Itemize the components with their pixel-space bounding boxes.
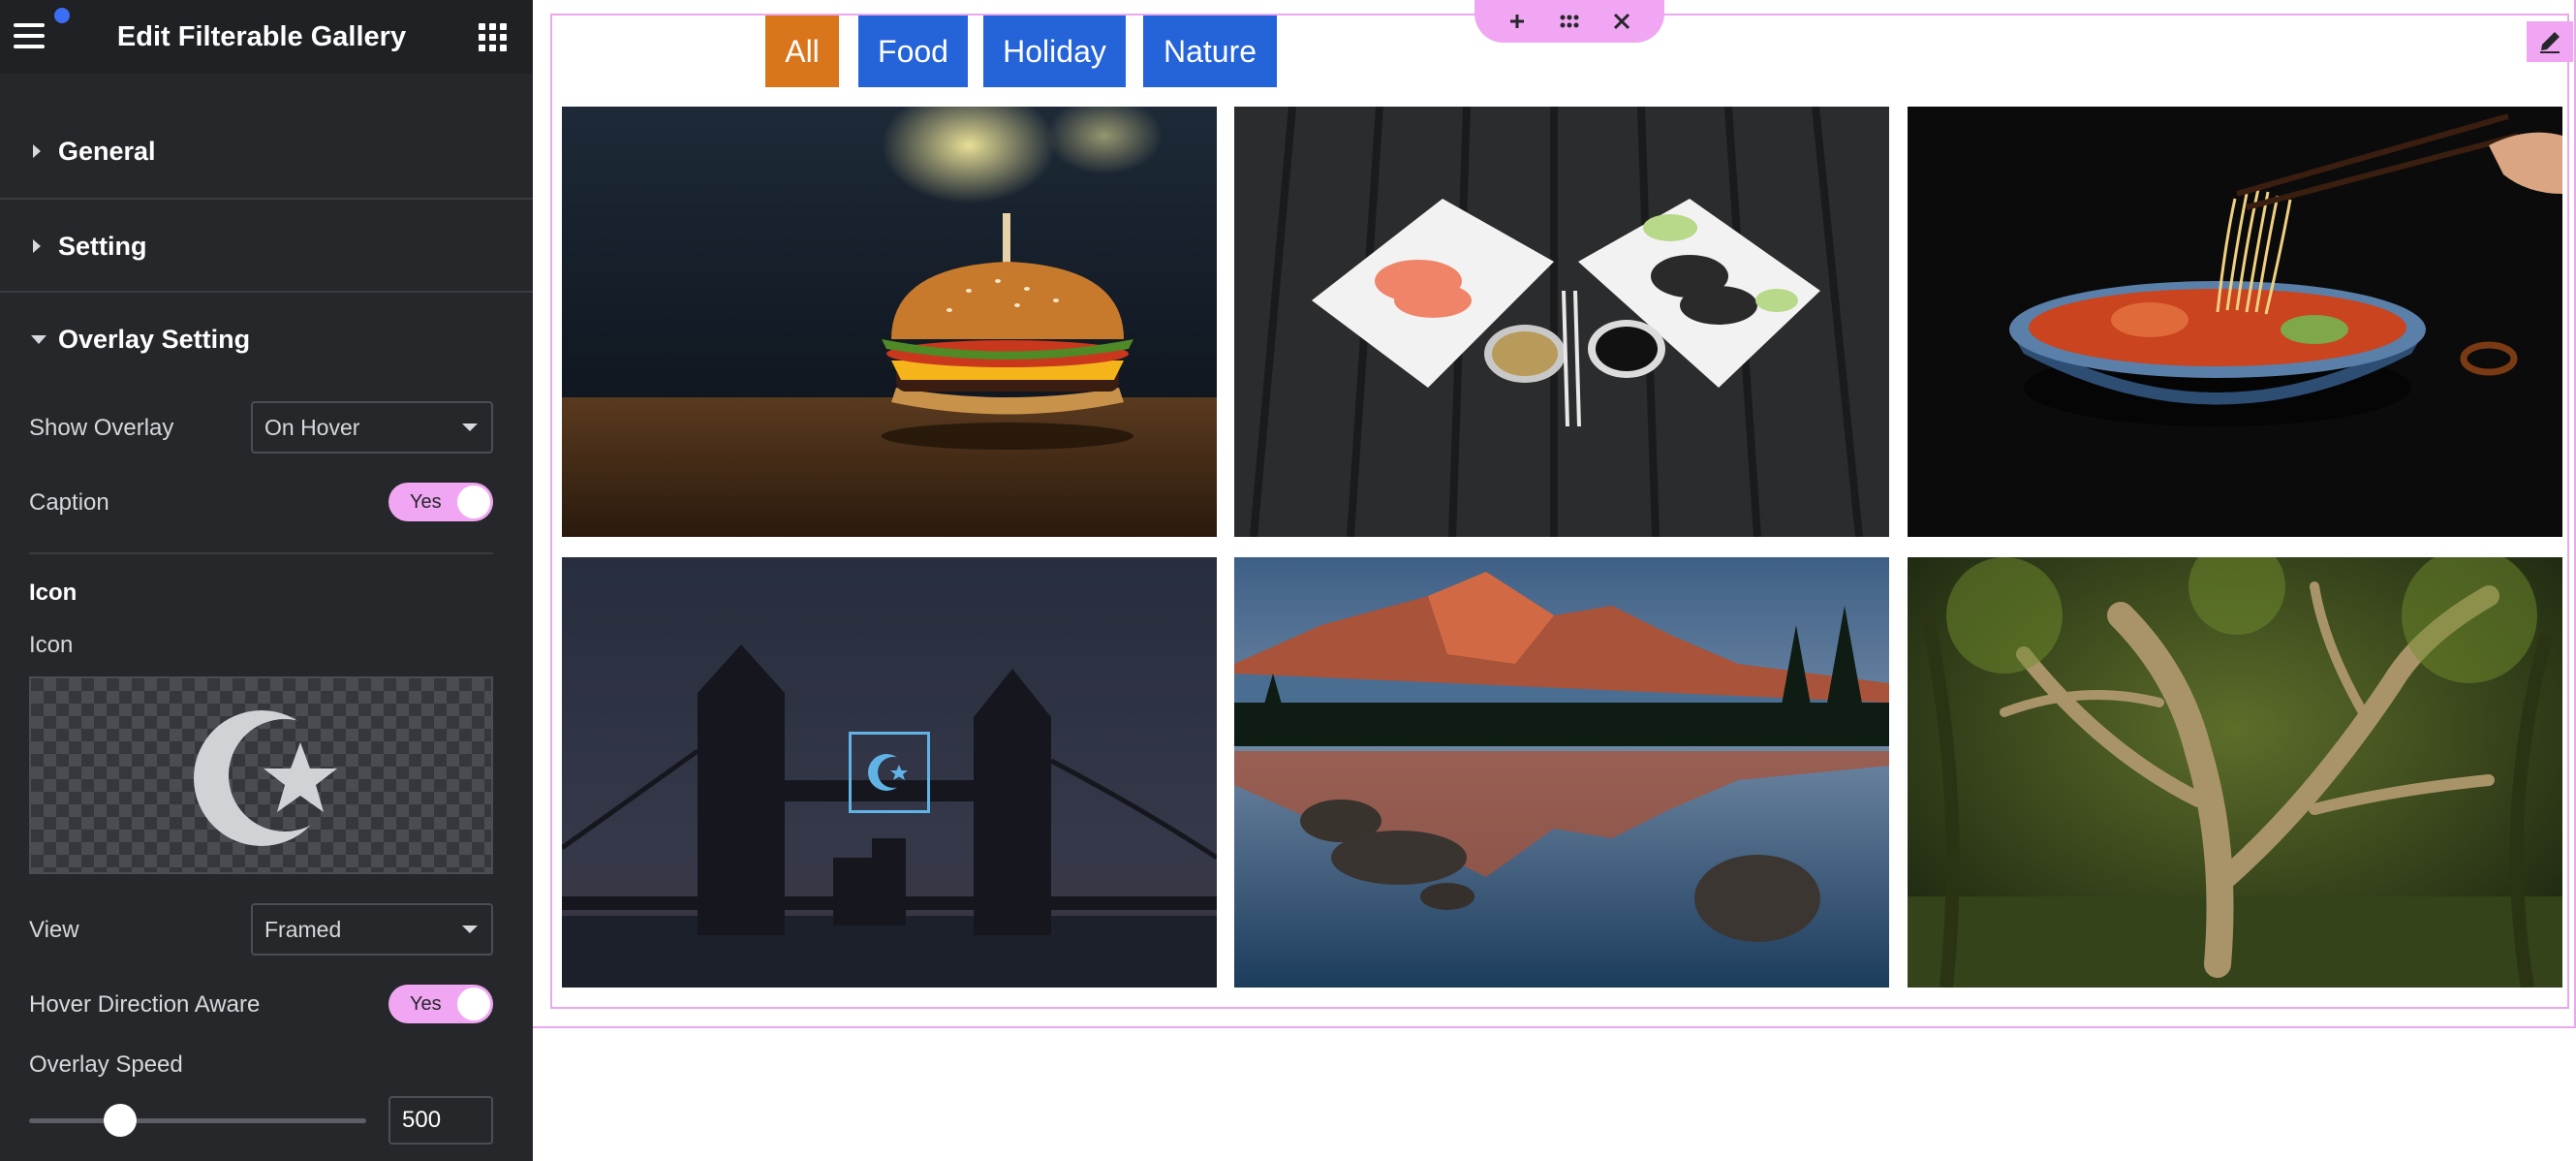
overlay-speed-input[interactable]: 500 xyxy=(388,1096,493,1145)
show-overlay-select[interactable]: On Hover xyxy=(251,401,493,454)
section-general[interactable]: General xyxy=(0,122,533,180)
widgets-grid-icon[interactable] xyxy=(479,23,508,52)
section-general-label: General xyxy=(58,137,156,166)
gallery-item-sushi[interactable] xyxy=(1234,107,1889,537)
star-and-crescent-icon xyxy=(194,710,337,846)
drag-section-handle[interactable] xyxy=(1550,4,1589,39)
view-select[interactable]: Framed xyxy=(251,903,493,956)
caret-right-icon xyxy=(33,144,41,158)
overlay-speed-label: Overlay Speed xyxy=(29,1051,183,1078)
caption-toggle[interactable]: Yes xyxy=(388,483,493,521)
forest-tree-image xyxy=(1908,557,2562,988)
view-value: Framed xyxy=(264,917,342,942)
noodles-image xyxy=(1908,107,2562,537)
sushi-image xyxy=(1234,107,1889,537)
plus-icon xyxy=(1510,15,1524,28)
filter-food[interactable]: Food xyxy=(858,16,968,87)
chevron-down-icon xyxy=(462,424,478,431)
overlay-icon-frame xyxy=(849,732,930,813)
mountain-lake-image xyxy=(1234,557,1889,988)
preview-canvas: All Food Holiday Nature xyxy=(533,0,2576,1161)
hover-direction-label: Hover Direction Aware xyxy=(29,991,261,1018)
view-label: View xyxy=(29,917,79,943)
section-overlay-label: Overlay Setting xyxy=(58,325,251,354)
add-section-button[interactable] xyxy=(1498,4,1536,39)
divider xyxy=(0,198,533,200)
show-overlay-value: On Hover xyxy=(264,415,360,440)
divider xyxy=(29,552,493,554)
filter-all[interactable]: All xyxy=(765,16,839,87)
icon-heading: Icon xyxy=(29,580,78,606)
caption-toggle-label: Yes xyxy=(410,491,442,513)
filter-nature[interactable]: Nature xyxy=(1143,16,1277,87)
gallery-item-tower-bridge[interactable] xyxy=(562,557,1217,988)
panel-title: Edit Filterable Gallery xyxy=(116,21,407,52)
hover-direction-toggle-label: Yes xyxy=(410,993,442,1015)
icon-picker[interactable] xyxy=(29,676,493,874)
section-setting[interactable]: Setting xyxy=(0,217,533,275)
hover-direction-toggle[interactable]: Yes xyxy=(388,985,493,1023)
chevron-down-icon xyxy=(462,926,478,933)
menu-icon[interactable] xyxy=(14,8,70,50)
gallery-item-noodles[interactable] xyxy=(1908,107,2562,537)
caption-label: Caption xyxy=(29,489,109,516)
overlay-speed-slider-handle[interactable] xyxy=(103,1104,137,1137)
toggle-knob xyxy=(457,988,490,1020)
editor-panel: Edit Filterable Gallery General Setting … xyxy=(0,0,533,1161)
filter-holiday[interactable]: Holiday xyxy=(983,16,1126,87)
toggle-knob xyxy=(457,486,490,518)
gallery-item-burger[interactable] xyxy=(562,107,1217,537)
overlay-speed-slider[interactable] xyxy=(29,1118,366,1123)
gallery-item-mountain-lake[interactable] xyxy=(1234,557,1889,988)
divider xyxy=(0,291,533,293)
icon-label: Icon xyxy=(29,632,74,658)
delete-section-button[interactable] xyxy=(1602,4,1641,39)
gallery-item-forest-tree[interactable] xyxy=(1908,557,2562,988)
drag-dots-icon xyxy=(1560,15,1579,28)
show-overlay-label: Show Overlay xyxy=(29,415,174,441)
close-icon xyxy=(1613,13,1630,30)
panel-header: Edit Filterable Gallery xyxy=(0,0,533,74)
caret-right-icon xyxy=(33,239,41,253)
section-overlay-setting[interactable]: Overlay Setting xyxy=(0,310,533,368)
edit-widget-button[interactable] xyxy=(2527,21,2573,62)
pencil-icon xyxy=(2540,32,2560,53)
section-setting-label: Setting xyxy=(58,232,147,261)
section-handle xyxy=(1474,0,1664,43)
star-and-crescent-icon xyxy=(868,754,908,791)
caret-down-icon xyxy=(31,335,47,344)
burger-image xyxy=(562,107,1217,537)
